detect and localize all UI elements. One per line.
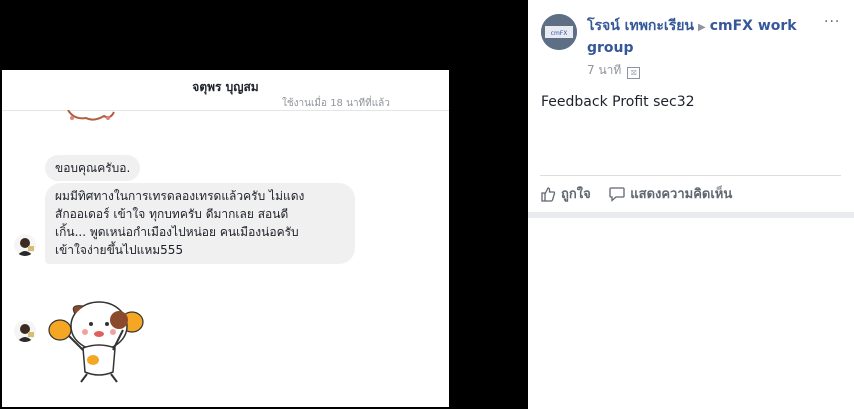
post-actions: ถูกใจ แสดงความคิดเห็น	[540, 183, 746, 206]
card-separator	[528, 212, 854, 218]
chat-active-status: ใช้งานเมื่อ 18 นาทีที่แล้ว	[282, 98, 390, 109]
thumbs-up-icon	[541, 186, 556, 202]
author-avatar[interactable]: cmFX	[541, 14, 577, 50]
like-button[interactable]: ถูกใจ	[540, 183, 591, 204]
chat-bubble-line: เกิ้น... พูดเหน่อกำเมืองไปหน่อย คนเมืองน…	[55, 225, 299, 239]
post-card: cmFX โรจน์ เทพกะเรียน ▶ cmFX work group 7 …	[528, 0, 854, 409]
chat-header: จตุพร บุญสม ใช้งานเมื่อ 18 นาทีที่แล้ว	[2, 70, 449, 111]
post-timestamp[interactable]: 7 นาที ⛝	[587, 61, 641, 80]
chat-contact-name: จตุพร บุญสม	[192, 80, 259, 94]
comment-label[interactable]: แสดงความคิดเห็น	[630, 183, 732, 204]
divider	[540, 175, 841, 176]
author-name-link[interactable]: โรจน์ เทพกะเรียน	[587, 18, 694, 34]
chat-bubble-feedback: ผมมีทิศทางในการเทรดลองเทรดแล้วครับ ไม่แด…	[45, 183, 355, 264]
sender-avatar	[14, 234, 36, 256]
chat-bubble-line: ผมมีทิศทางในการเทรดลองเทรดแล้วครับ ไม่แด…	[55, 189, 305, 203]
chat-bubble-line: เข้าใจง่ายขึ้นไปแหม555	[55, 243, 184, 257]
chat-bubble-line: สักออเดอร์ เข้าใจ ทุกบทครับ ดีมากเลย สอน…	[55, 207, 289, 221]
post-author-line: โรจน์ เทพกะเรียน ▶ cmFX work group	[587, 16, 832, 58]
svg-text:cmFX: cmFX	[551, 30, 568, 37]
comment-bubble-icon	[609, 186, 625, 202]
more-options-icon[interactable]: ···	[824, 14, 840, 30]
sticker-partial-image	[67, 110, 115, 121]
post-body-text: Feedback Profit sec32	[541, 94, 695, 110]
comment-button[interactable]: แสดงความคิดเห็น	[609, 183, 732, 204]
arrow-right-icon: ▶	[698, 22, 706, 33]
post-time-text[interactable]: 7 นาที	[587, 63, 621, 77]
sender-avatar	[14, 320, 36, 342]
like-label[interactable]: ถูกใจ	[561, 183, 591, 204]
shared-photo[interactable]: จตุพร บุญสม ใช้งานเมื่อ 18 นาทีที่แล้ว ข…	[2, 70, 449, 407]
chat-bubble-thanks: ขอบคุณครับอ.	[45, 155, 141, 181]
dog-maracas-sticker	[48, 301, 144, 383]
audience-icon: ⛝	[627, 67, 641, 79]
